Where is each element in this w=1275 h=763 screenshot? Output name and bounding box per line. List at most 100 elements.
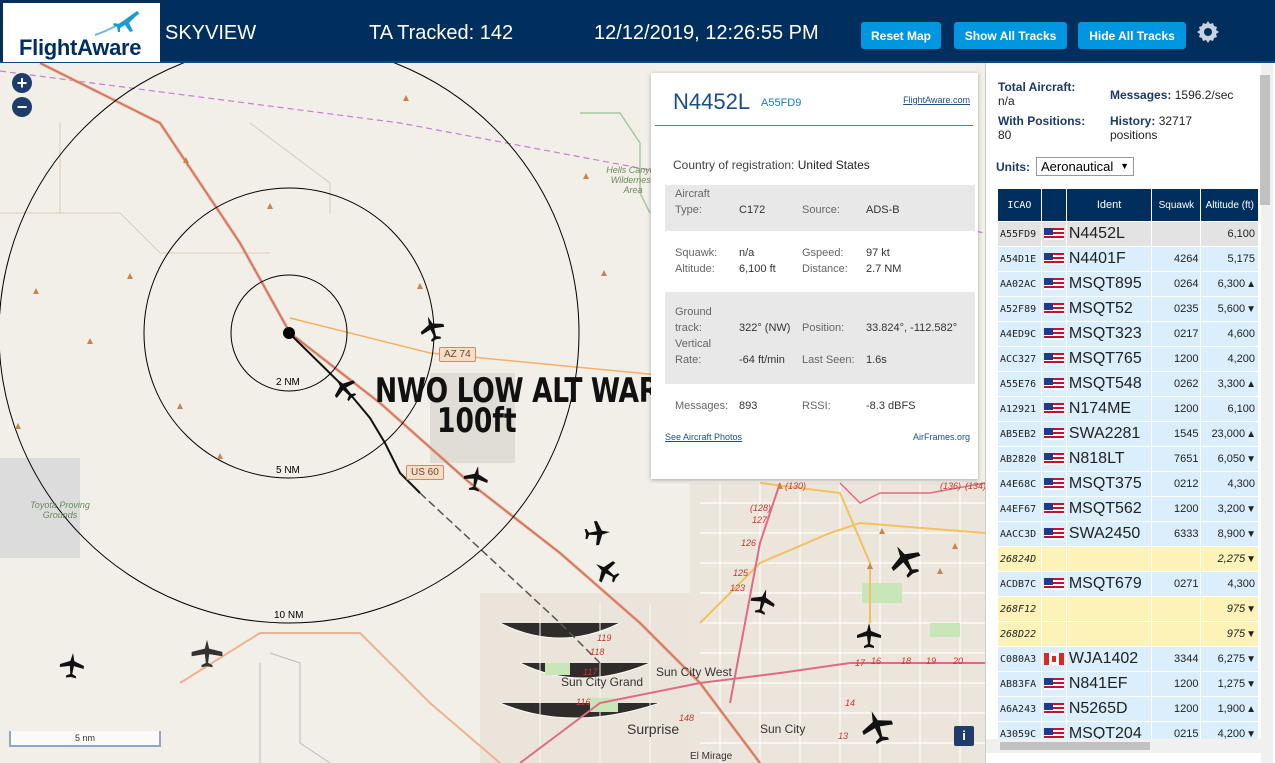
- squawk-cell: 0212: [1151, 471, 1202, 497]
- table-row[interactable]: A4E68C MSQT375 0212 4,300: [997, 471, 1259, 497]
- messages-value: 893: [739, 400, 758, 412]
- altitude-trend-icon: ▼: [1246, 454, 1256, 465]
- route-num: (134): [965, 481, 985, 491]
- table-row[interactable]: ACC327 MSQT765 1200 4,200: [997, 346, 1259, 372]
- flightaware-link[interactable]: FlightAware.com: [903, 95, 970, 105]
- us-flag-icon: [1043, 478, 1064, 491]
- altitude-trend-icon: ▲: [1246, 379, 1256, 390]
- table-row[interactable]: A6A243 N5265D 1200 1,900▲: [997, 696, 1259, 722]
- area-label-toyota: Toyota Proving Grounds: [30, 500, 90, 520]
- altitude-value: 6,100: [1227, 228, 1255, 240]
- col-flag[interactable]: [1040, 188, 1067, 222]
- col-icao[interactable]: ICAO: [997, 188, 1042, 222]
- table-row[interactable]: 268D22 975▼: [997, 621, 1259, 647]
- table-row[interactable]: A4ED9C MSQT323 0217 4,600: [997, 321, 1259, 347]
- icao-cell: AA02AC: [997, 271, 1042, 297]
- route-num: 118: [590, 647, 605, 657]
- altitude-trend-icon: ▼: [1246, 504, 1256, 515]
- us-flag-icon: [1043, 703, 1064, 716]
- gspeed-label: Gspeed:: [802, 247, 844, 259]
- icao-cell: C080A3: [997, 646, 1042, 672]
- flag-cell: [1040, 546, 1067, 572]
- table-row[interactable]: A55FD9 N4452L 6,100: [997, 221, 1259, 247]
- units-select[interactable]: Aeronautical ▼: [1036, 157, 1134, 176]
- altitude-cell: 975▼: [1200, 596, 1259, 622]
- town-sun-city-west: Sun City West: [656, 665, 732, 679]
- icao-cell: AB83FA: [997, 671, 1042, 697]
- table-row[interactable]: A54D1E N4401F 4264 5,175: [997, 246, 1259, 272]
- table-row[interactable]: AB5EB2 SWA2281 1545 23,000▲: [997, 421, 1259, 447]
- aircraft-photos-link[interactable]: See Aircraft Photos: [665, 432, 742, 442]
- scroll-thumb[interactable]: [1260, 75, 1270, 205]
- vertical-scrollbar[interactable]: [1260, 63, 1273, 763]
- gear-icon[interactable]: [1196, 20, 1220, 44]
- table-row[interactable]: C080A3 WJA1402 3344 6,275▼: [997, 646, 1259, 672]
- route-num: 16: [871, 656, 882, 666]
- altitude-trend-icon: ▼: [1246, 679, 1256, 690]
- app-name: SKYVIEW: [165, 22, 257, 44]
- altitude-value: 4,600: [1227, 328, 1255, 340]
- altitude-cell: 6,100: [1200, 396, 1259, 422]
- flag-cell: [1040, 321, 1067, 347]
- table-row[interactable]: AB2820 N818LT 7651 6,050▼: [997, 446, 1259, 472]
- altitude-cell: 1,900▲: [1200, 696, 1259, 722]
- table-row[interactable]: AA02AC MSQT895 0264 6,300▲: [997, 271, 1259, 297]
- col-squawk[interactable]: Squawk: [1151, 188, 1202, 222]
- info-button[interactable]: i: [954, 726, 974, 746]
- icao-cell: A4ED9C: [997, 321, 1042, 347]
- squawk-cell: 1545: [1151, 421, 1202, 447]
- aircraft-type-value: C172: [739, 204, 766, 216]
- ident-cell: MSQT52: [1065, 296, 1153, 322]
- airframes-link[interactable]: AirFrames.org: [913, 432, 970, 442]
- col-ident[interactable]: Ident: [1065, 188, 1153, 222]
- table-row[interactable]: A52F89 MSQT52 0235 5,600▼: [997, 296, 1259, 322]
- ident-cell: SWA2450: [1065, 521, 1153, 547]
- table-header-row: ICAO Ident Squawk Altitude (ft): [997, 188, 1259, 222]
- route-num: 116: [576, 697, 591, 707]
- flag-cell: [1040, 496, 1067, 522]
- reset-map-button[interactable]: Reset Map: [861, 22, 941, 49]
- col-altitude[interactable]: Altitude (ft): [1200, 188, 1259, 222]
- altitude-cell: 6,100: [1200, 221, 1259, 247]
- altitude-cell: 3,300▲: [1200, 371, 1259, 397]
- aircraft-type-label-b: Type:: [675, 204, 702, 216]
- messages-stat-value: 1596.2/sec: [1174, 88, 1234, 102]
- show-all-tracks-button[interactable]: Show All Tracks: [954, 22, 1067, 49]
- history-stat: History: 32717 positions: [1110, 114, 1192, 142]
- table-row[interactable]: AB83FA N841EF 1200 1,275▼: [997, 671, 1259, 697]
- zoom-in-button[interactable]: +: [12, 73, 32, 93]
- flag-cell: [1040, 471, 1067, 497]
- zoom-out-button[interactable]: −: [12, 97, 32, 117]
- altitude-cell: 6,275▼: [1200, 646, 1259, 672]
- squawk-cell: 7651: [1151, 446, 1202, 472]
- flag-cell: [1040, 371, 1067, 397]
- table-row[interactable]: 26824D 2,275▼: [997, 546, 1259, 572]
- squawk-cell: 0271: [1151, 571, 1202, 597]
- table-row[interactable]: A4EF67 MSQT562 1200 3,200▼: [997, 496, 1259, 522]
- table-row[interactable]: 268F12 975▼: [997, 596, 1259, 622]
- altitude-trend-icon: ▼: [1246, 304, 1256, 315]
- table-row[interactable]: ACDB7C MSQT679 0271 4,300: [997, 571, 1259, 597]
- altitude-trend-icon: ▲: [1246, 429, 1256, 440]
- table-row[interactable]: A55E76 MSQT548 0262 3,300▲: [997, 371, 1259, 397]
- us-flag-icon: [1043, 228, 1064, 241]
- altitude-cell: 5,600▼: [1200, 296, 1259, 322]
- flag-cell: [1040, 246, 1067, 272]
- app-header: FlightAware SKYVIEW TA Tracked: 142 12/1…: [0, 0, 1275, 63]
- flag-cell: [1040, 521, 1067, 547]
- icao-cell: A52F89: [997, 296, 1042, 322]
- squawk-cell: [1151, 221, 1202, 247]
- country-value: United States: [797, 158, 870, 172]
- ident-cell: MSQT562: [1065, 496, 1153, 522]
- us-flag-icon: [1043, 353, 1064, 366]
- table-row[interactable]: A12921 N174ME 1200 6,100: [997, 396, 1259, 422]
- chevron-down-icon: ▼: [1120, 161, 1129, 171]
- ring-label-10nm: 10 NM: [274, 610, 304, 621]
- scroll-thumb[interactable]: [1000, 742, 1150, 750]
- horizontal-scrollbar[interactable]: [986, 739, 1262, 753]
- hide-all-tracks-button[interactable]: Hide All Tracks: [1078, 22, 1186, 49]
- last-seen-label: Last Seen:: [802, 354, 855, 366]
- ident-cell: WJA1402: [1065, 646, 1153, 672]
- table-row[interactable]: AACC3D SWA2450 6333 8,900▼: [997, 521, 1259, 547]
- flightaware-logo[interactable]: FlightAware: [3, 3, 160, 62]
